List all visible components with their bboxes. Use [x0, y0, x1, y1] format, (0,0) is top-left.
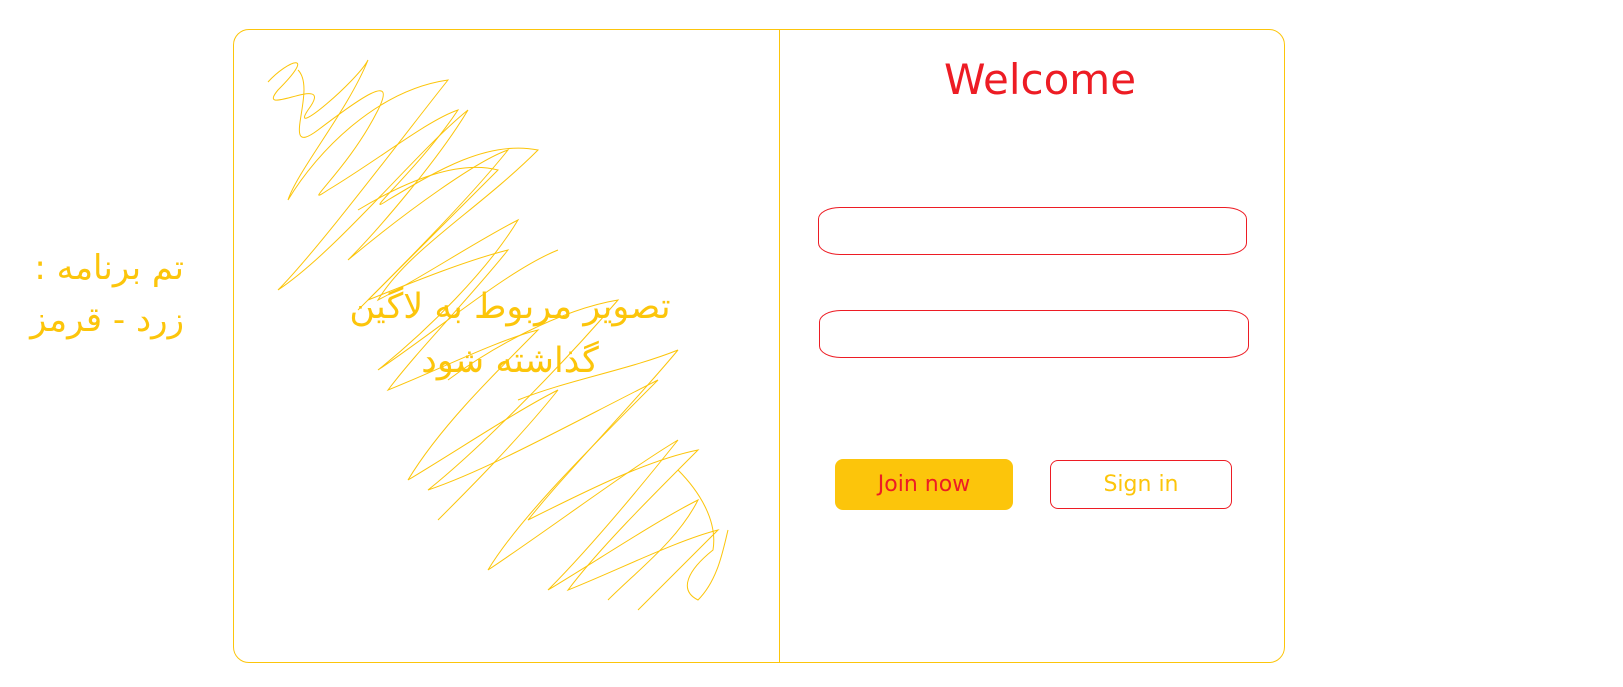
join-now-button[interactable]: Join now: [835, 459, 1013, 510]
theme-note-line-2: زرد - قرمز: [30, 300, 184, 340]
theme-note-line-1: تم برنامه :: [34, 248, 184, 288]
image-placeholder-line-2: گذاشته شود: [421, 341, 599, 381]
image-placeholder-line-1: تصویر مربوط به لاگین: [349, 287, 671, 327]
password-field[interactable]: [819, 310, 1249, 358]
username-field[interactable]: [818, 207, 1247, 255]
card-divider: [779, 29, 780, 663]
image-placeholder-label: تصویر مربوط به لاگین گذاشته شود: [300, 280, 720, 388]
sign-in-button[interactable]: Sign in: [1050, 460, 1232, 509]
theme-note: تم برنامه : زرد - قرمز: [14, 242, 184, 346]
welcome-title: Welcome: [943, 55, 1137, 104]
